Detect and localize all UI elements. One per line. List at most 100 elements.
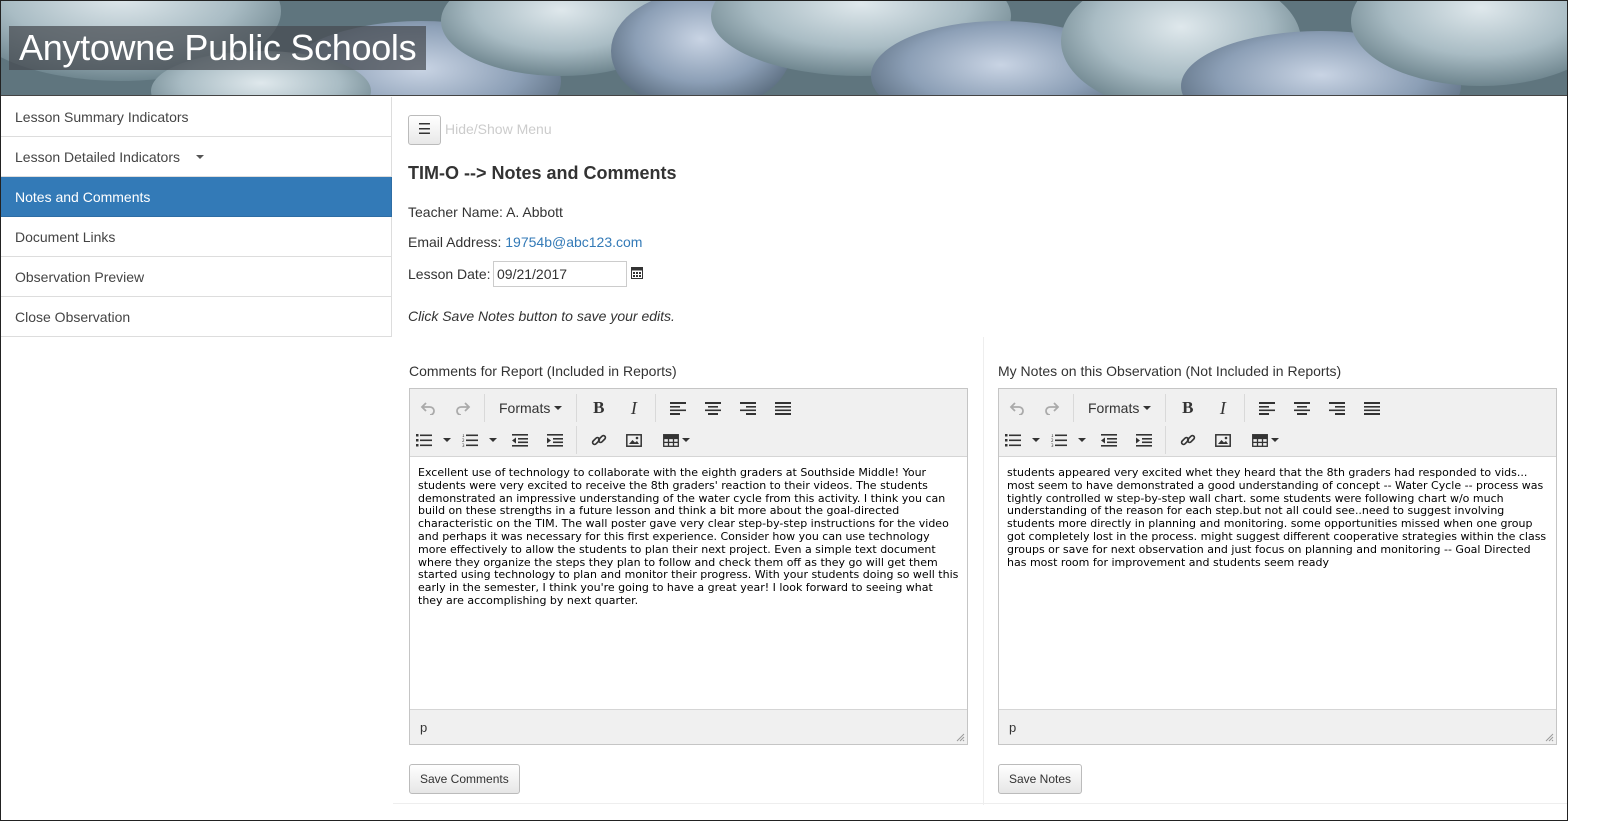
align-justify-icon <box>774 401 791 415</box>
italic-icon: I <box>1219 397 1226 418</box>
email-link[interactable]: 19754b@abc123.com <box>505 234 642 250</box>
save-hint: Click Save Notes button to save your edi… <box>408 308 675 324</box>
bullet-list-options[interactable] <box>1027 425 1045 455</box>
align-justify-button[interactable] <box>1354 393 1389 423</box>
resize-handle-icon[interactable] <box>956 733 965 742</box>
sidebar-item-observation-preview[interactable]: Observation Preview <box>1 257 392 297</box>
notes-text-area[interactable]: students appeared very excited whet they… <box>999 457 1556 709</box>
outdent-icon <box>511 433 528 447</box>
image-icon <box>625 433 642 447</box>
formats-label: Formats <box>1088 400 1140 416</box>
bullet-list-button[interactable] <box>999 425 1027 455</box>
outdent-icon <box>1100 433 1117 447</box>
indent-button[interactable] <box>1126 425 1161 455</box>
undo-button[interactable] <box>999 393 1034 423</box>
insert-image-button[interactable] <box>616 425 651 455</box>
bottom-divider <box>393 803 1567 804</box>
lesson-date-label: Lesson Date: <box>408 266 491 282</box>
caret-down-icon <box>196 154 204 159</box>
align-left-icon <box>1258 401 1275 415</box>
indent-button[interactable] <box>537 425 572 455</box>
italic-button[interactable]: I <box>1205 393 1240 423</box>
menu-toggle-label: Hide/Show Menu <box>445 121 552 137</box>
formats-dropdown[interactable]: Formats <box>489 393 572 423</box>
bold-button[interactable]: B <box>581 393 616 423</box>
formats-dropdown[interactable]: Formats <box>1078 393 1161 423</box>
main-content: ☰ Hide/Show Menu TIM-O --> Notes and Com… <box>393 97 1567 820</box>
calendar-icon[interactable] <box>631 266 643 279</box>
insert-table-button[interactable] <box>1240 425 1290 455</box>
align-right-icon <box>1328 401 1345 415</box>
caret-down-icon <box>1078 438 1086 442</box>
align-left-icon <box>669 401 686 415</box>
align-right-button[interactable] <box>730 393 765 423</box>
hamburger-menu-button[interactable]: ☰ <box>408 115 441 145</box>
notes-statusbar: p <box>999 709 1556 744</box>
numbered-list-button[interactable]: 123 <box>456 425 484 455</box>
sidebar-item-close-observation[interactable]: Close Observation <box>1 297 392 337</box>
sidebar-item-label: Lesson Detailed Indicators <box>15 148 180 165</box>
insert-image-button[interactable] <box>1205 425 1240 455</box>
notes-title: My Notes on this Observation (Not Includ… <box>998 363 1342 379</box>
sidebar-item-label: Document Links <box>15 228 116 245</box>
bullet-list-options[interactable] <box>438 425 456 455</box>
sidebar-item-document-links[interactable]: Document Links <box>1 217 392 257</box>
insert-link-button[interactable] <box>581 425 616 455</box>
sidebar-item-notes-and-comments[interactable]: Notes and Comments <box>1 177 392 217</box>
teacher-name-line: Teacher Name: A. Abbott <box>408 204 563 220</box>
caret-down-icon <box>443 438 451 442</box>
table-icon <box>1251 433 1268 447</box>
comments-text-area[interactable]: Excellent use of technology to collabora… <box>410 457 967 709</box>
numbered-list-options[interactable] <box>484 425 502 455</box>
caret-down-icon <box>1143 406 1152 410</box>
element-path: p <box>420 720 428 735</box>
caret-down-icon <box>681 438 690 442</box>
bold-button[interactable]: B <box>1170 393 1205 423</box>
numbered-list-icon: 123 <box>1051 434 1067 447</box>
undo-button[interactable] <box>410 393 445 423</box>
sidebar-item-label: Lesson Summary Indicators <box>15 108 189 125</box>
email-line: Email Address: 19754b@abc123.com <box>408 234 642 250</box>
bullet-list-icon <box>1005 433 1021 446</box>
redo-button[interactable] <box>1034 393 1069 423</box>
comments-title: Comments for Report (Included in Reports… <box>409 363 677 379</box>
app-frame: Anytowne Public Schools Lesson Summary I… <box>0 0 1568 821</box>
redo-button[interactable] <box>445 393 480 423</box>
caret-down-icon <box>489 438 497 442</box>
redo-icon <box>1044 402 1059 415</box>
align-left-button[interactable] <box>1249 393 1284 423</box>
align-justify-button[interactable] <box>765 393 800 423</box>
lesson-date-input[interactable] <box>493 261 627 287</box>
sidebar-nav: Lesson Summary Indicators Lesson Detaile… <box>1 97 392 337</box>
link-icon <box>1180 434 1195 446</box>
italic-button[interactable]: I <box>616 393 651 423</box>
sidebar-item-lesson-summary-indicators[interactable]: Lesson Summary Indicators <box>1 97 392 137</box>
outdent-button[interactable] <box>502 425 537 455</box>
sidebar-item-lesson-detailed-indicators[interactable]: Lesson Detailed Indicators <box>1 137 392 177</box>
notes-editor: Formats B I 1 2 3 students appeared very… <box>998 388 1557 745</box>
insert-table-button[interactable] <box>651 425 701 455</box>
align-center-icon <box>1293 401 1310 415</box>
bullet-list-icon <box>416 433 432 446</box>
svg-text:3: 3 <box>462 443 465 447</box>
teacher-name-label: Teacher Name: <box>408 204 503 220</box>
numbered-list-button[interactable]: 123 <box>1045 425 1073 455</box>
sidebar-item-label: Notes and Comments <box>15 188 151 205</box>
numbered-list-options[interactable] <box>1073 425 1091 455</box>
notes-toolbar: Formats B I 1 2 3 <box>999 389 1556 457</box>
bold-icon: B <box>1182 398 1194 417</box>
bullet-list-button[interactable] <box>410 425 438 455</box>
align-left-button[interactable] <box>660 393 695 423</box>
align-right-button[interactable] <box>1319 393 1354 423</box>
italic-icon: I <box>630 397 637 418</box>
caret-down-icon <box>554 406 563 410</box>
align-center-button[interactable] <box>1284 393 1319 423</box>
svg-text:3: 3 <box>1051 443 1054 447</box>
insert-link-button[interactable] <box>1170 425 1205 455</box>
align-center-button[interactable] <box>695 393 730 423</box>
save-comments-button[interactable]: Save Comments <box>409 764 520 794</box>
align-right-icon <box>739 401 756 415</box>
save-notes-button[interactable]: Save Notes <box>998 764 1083 794</box>
outdent-button[interactable] <box>1091 425 1126 455</box>
resize-handle-icon[interactable] <box>1545 733 1554 742</box>
